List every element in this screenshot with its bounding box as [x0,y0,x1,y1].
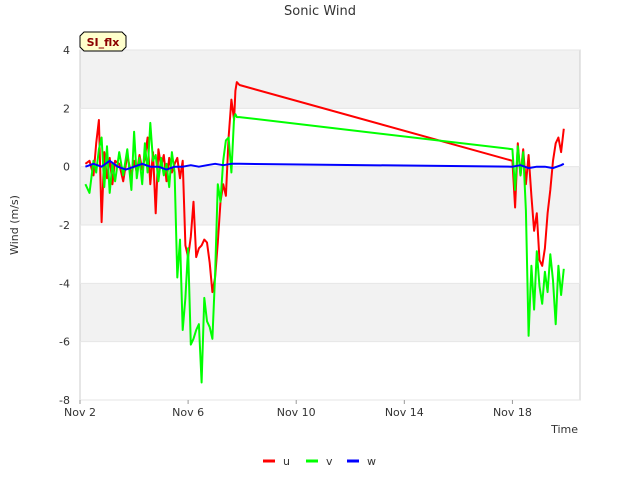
background-band [80,225,580,284]
legend-label-w: w [367,455,376,468]
y-tick-label: -2 [59,219,70,232]
site-tag: SI_flx [79,31,127,52]
x-axis-label: Time [550,423,578,436]
site-tag-label: SI_flx [87,36,120,49]
y-tick-label: -4 [59,277,70,290]
x-axis-ticks: Nov 2 Nov 6 Nov 10 Nov 14 Nov 18 [64,400,532,419]
x-tick-label: Nov 10 [277,406,316,419]
wind-chart: Sonic Wind -8-6-4-2024 Nov 2 Nov 6 Nov 10 N… [8,4,581,468]
y-tick-label: 4 [63,44,70,57]
x-tick-label: Nov 18 [493,406,532,419]
y-axis-label: Wind (m/s) [8,195,21,255]
background-band [80,50,580,109]
y-tick-label: -6 [59,336,70,349]
y-axis-ticks: -8-6-4-2024 [59,44,70,407]
legend: u v w [263,455,376,468]
y-tick-label: 0 [63,161,70,174]
background-band [80,341,580,400]
legend-label-u: u [283,455,290,468]
x-tick-label: Nov 2 [64,406,96,419]
background-band [80,283,580,342]
x-tick-label: Nov 14 [385,406,424,419]
x-tick-label: Nov 6 [172,406,204,419]
y-tick-label: 2 [63,102,70,115]
chart-title: Sonic Wind [284,4,356,19]
legend-label-v: v [326,455,333,468]
